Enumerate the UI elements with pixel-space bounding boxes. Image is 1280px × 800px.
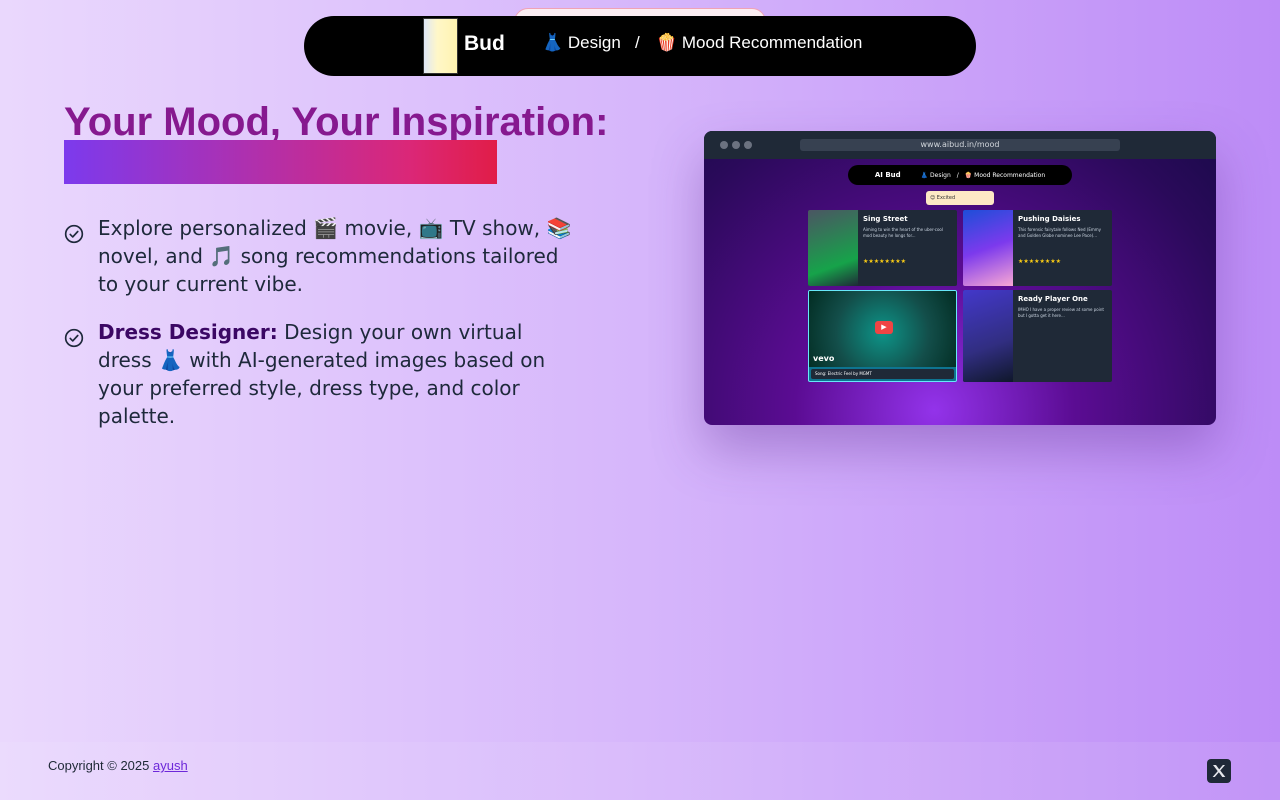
x-twitter-icon[interactable]: [1207, 759, 1231, 783]
card-title: Ready Player One: [1018, 295, 1088, 303]
preview-card-song-video: ▶ vevo Song: Electric Feel by MGMT: [808, 290, 957, 382]
feature-item-recommendations: Explore personalized 🎬 movie, 📺 TV show,…: [64, 214, 576, 298]
star-rating: ★★★★★★★★: [863, 258, 907, 265]
check-circle-icon: [64, 328, 84, 348]
card-title: Sing Street: [863, 215, 908, 223]
preview-navbar: AI Bud 👗 Design / 🍿 Mood Recommendation: [848, 165, 1072, 185]
preview-mood-select: 😊 Excited: [926, 191, 994, 205]
nav-separator: /: [635, 33, 640, 52]
browser-url: www.aibud.in/mood: [800, 139, 1120, 151]
x-logo-icon: [1212, 765, 1226, 777]
logo-image[interactable]: [423, 18, 458, 74]
navbar: Bud 👗 Design / 🍿 Mood Recommendation: [304, 16, 976, 76]
copyright-text: Copyright © 2025: [48, 758, 150, 773]
browser-toolbar: www.aibud.in/mood: [704, 131, 1216, 159]
card-title: Pushing Daisies: [1018, 215, 1081, 223]
video-thumbnail: ▶ vevo: [809, 291, 956, 367]
poster-image: [808, 210, 858, 286]
feature-text: Explore personalized 🎬 movie, 📺 TV show,…: [98, 214, 576, 298]
preview-brand: AI Bud: [874, 171, 901, 179]
feature-text-strong: Dress Designer:: [98, 320, 278, 344]
preview-nav-design: 👗 Design: [920, 171, 951, 179]
preview-card-sing-street: Sing Street Aiming to win the heart of t…: [808, 210, 957, 286]
card-body: Aiming to win the heart of the uber-cool…: [863, 227, 943, 238]
feature-text: Dress Designer: Design your own virtual …: [98, 318, 576, 430]
preview-nav-mood: 🍿 Mood Recommendation: [964, 171, 1046, 179]
video-caption: Song: Electric Feel by MGMT: [811, 369, 954, 379]
copyright: Copyright © 2025 ayush: [48, 758, 188, 773]
nav-link-design[interactable]: 👗 Design: [542, 33, 621, 53]
preview-nav-separator: /: [956, 171, 959, 179]
card-body: IMHO I have a proper review at some poin…: [1018, 307, 1104, 318]
window-dot-icon: [744, 141, 752, 149]
window-dot-icon: [732, 141, 740, 149]
poster-image: [963, 210, 1013, 286]
feature-item-dress-designer: Dress Designer: Design your own virtual …: [64, 318, 576, 430]
play-icon: ▶: [875, 321, 893, 334]
hero-gradient-bar: [64, 140, 497, 184]
star-rating: ★★★★★★★★: [1018, 258, 1062, 265]
feature-text-body: Explore personalized 🎬 movie, 📺 TV show,…: [98, 216, 572, 296]
nav-link-mood-recommendation[interactable]: 🍿 Mood Recommendation: [656, 33, 862, 53]
card-body: This forensic fairytale follows Ned (Emm…: [1018, 227, 1102, 238]
poster-image: [963, 290, 1013, 382]
check-circle-icon: [64, 224, 84, 244]
hero-title: Your Mood, Your Inspiration:: [64, 100, 609, 144]
window-dot-icon: [720, 141, 728, 149]
vevo-logo: vevo: [813, 354, 835, 363]
footer: [0, 742, 1280, 800]
preview-card-pushing-daisies: Pushing Daisies This forensic fairytale …: [963, 210, 1112, 286]
app-preview-screenshot: www.aibud.in/mood AI Bud 👗 Design / 🍿 Mo…: [704, 131, 1216, 425]
preview-card-ready-player-one: Ready Player One IMHO I have a proper re…: [963, 290, 1112, 382]
logo-text[interactable]: Bud: [464, 32, 505, 56]
author-link[interactable]: ayush: [153, 758, 188, 773]
